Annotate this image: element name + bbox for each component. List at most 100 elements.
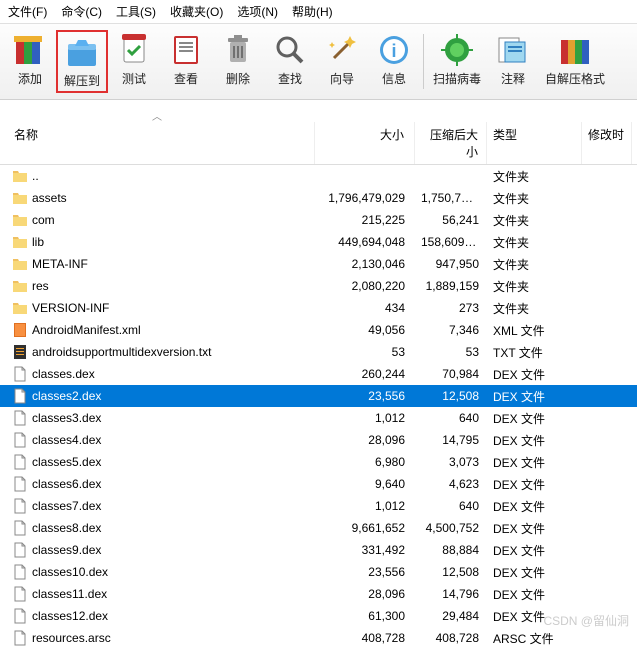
- file-packed: 53: [415, 345, 487, 359]
- tool-add[interactable]: 添加: [4, 30, 56, 93]
- file-size: 49,056: [315, 323, 415, 337]
- table-row[interactable]: classes11.dex 28,09614,796DEX 文件: [0, 583, 637, 605]
- file-size: 28,096: [315, 587, 415, 601]
- tool-info[interactable]: i信息: [368, 30, 420, 93]
- tool-label: 注释: [501, 70, 525, 87]
- file-icon: [12, 520, 28, 536]
- table-row[interactable]: AndroidManifest.xml49,0567,346XML 文件: [0, 319, 637, 341]
- file-packed: 12,508: [415, 565, 487, 579]
- col-size[interactable]: 大小: [315, 122, 415, 164]
- file-icon: [12, 608, 28, 624]
- menu-item[interactable]: 工具(S): [116, 3, 156, 20]
- folder-icon: [12, 212, 28, 228]
- file-packed: 14,795: [415, 433, 487, 447]
- table-row[interactable]: META-INF2,130,046947,950文件夹: [0, 253, 637, 275]
- file-size: 9,661,652: [315, 521, 415, 535]
- file-type: DEX 文件: [487, 388, 582, 405]
- file-icon: [12, 564, 28, 580]
- file-name: res: [32, 279, 49, 293]
- file-name: classes12.dex: [32, 609, 108, 623]
- file-name: classes10.dex: [32, 565, 108, 579]
- tool-label: 向导: [330, 70, 354, 87]
- file-type: DEX 文件: [487, 520, 582, 537]
- folder-icon: [12, 234, 28, 250]
- file-name: classes9.dex: [32, 543, 101, 557]
- table-row[interactable]: ..文件夹: [0, 165, 637, 187]
- tool-sfx[interactable]: 自解压格式: [539, 30, 611, 93]
- file-type: DEX 文件: [487, 432, 582, 449]
- table-row[interactable]: classes12.dex61,30029,484DEX 文件: [0, 605, 637, 627]
- file-name: classes5.dex: [32, 455, 101, 469]
- folder-icon: [12, 278, 28, 294]
- file-icon: [12, 388, 28, 404]
- file-type: 文件夹: [487, 190, 582, 207]
- file-size: 408,728: [315, 631, 415, 645]
- tool-view[interactable]: 查看: [160, 30, 212, 93]
- file-packed: 158,609,6...: [415, 235, 487, 249]
- table-row[interactable]: classes5.dex6,9803,073DEX 文件: [0, 451, 637, 473]
- table-row[interactable]: classes8.dex9,661,6524,500,752DEX 文件: [0, 517, 637, 539]
- file-name: ..: [32, 169, 39, 183]
- watermark: CSDN @留仙洞: [543, 612, 629, 629]
- table-row[interactable]: classes3.dex1,012640DEX 文件: [0, 407, 637, 429]
- tool-label: 扫描病毒: [433, 70, 481, 87]
- file-name: VERSION-INF: [32, 301, 109, 315]
- menu-item[interactable]: 命令(C): [61, 3, 102, 20]
- file-name: assets: [32, 191, 67, 205]
- table-row[interactable]: com215,22556,241文件夹: [0, 209, 637, 231]
- tool-find[interactable]: 查找: [264, 30, 316, 93]
- table-row[interactable]: classes2.dex23,55612,508DEX 文件: [0, 385, 637, 407]
- menu-item[interactable]: 收藏夹(O): [170, 3, 223, 20]
- virus-icon: [439, 32, 475, 68]
- file-size: 6,980: [315, 455, 415, 469]
- file-size: 53: [315, 345, 415, 359]
- table-row[interactable]: classes10.dex23,55612,508DEX 文件: [0, 561, 637, 583]
- file-type: DEX 文件: [487, 542, 582, 559]
- table-row[interactable]: androidsupportmultidexversion.txt5353TXT…: [0, 341, 637, 363]
- file-type: 文件夹: [487, 300, 582, 317]
- file-size: 23,556: [315, 389, 415, 403]
- menu-item[interactable]: 选项(N): [237, 3, 278, 20]
- tool-label: 自解压格式: [545, 70, 605, 87]
- folder-icon: [12, 256, 28, 272]
- extract-icon: [64, 34, 100, 70]
- folder-icon: [12, 168, 28, 184]
- menu-item[interactable]: 文件(F): [8, 3, 47, 20]
- tool-virus[interactable]: 扫描病毒: [427, 30, 487, 93]
- tool-wizard[interactable]: 向导: [316, 30, 368, 93]
- file-name: classes6.dex: [32, 477, 101, 491]
- table-row[interactable]: assets1,796,479,0291,750,738,...文件夹: [0, 187, 637, 209]
- file-name: androidsupportmultidexversion.txt: [32, 345, 211, 359]
- wizard-icon: [324, 32, 360, 68]
- tool-label: 解压到: [64, 72, 100, 89]
- view-icon: [168, 32, 204, 68]
- table-row[interactable]: resources.arsc408,728408,728ARSC 文件: [0, 627, 637, 649]
- col-name[interactable]: ︿ 名称: [0, 122, 315, 164]
- file-icon: [12, 432, 28, 448]
- table-row[interactable]: classes4.dex28,09614,795DEX 文件: [0, 429, 637, 451]
- file-size: 2,130,046: [315, 257, 415, 271]
- col-packed[interactable]: 压缩后大小: [415, 122, 487, 164]
- file-icon: [12, 630, 28, 646]
- col-modified[interactable]: 修改时: [582, 122, 632, 164]
- file-type: DEX 文件: [487, 586, 582, 603]
- tool-delete[interactable]: 删除: [212, 30, 264, 93]
- file-packed: 947,950: [415, 257, 487, 271]
- folder-icon: [12, 190, 28, 206]
- table-row[interactable]: lib449,694,048158,609,6...文件夹: [0, 231, 637, 253]
- table-row[interactable]: res2,080,2201,889,159文件夹: [0, 275, 637, 297]
- tool-comment[interactable]: 注释: [487, 30, 539, 93]
- column-headers: ︿ 名称 大小 压缩后大小 类型 修改时: [0, 100, 637, 165]
- table-row[interactable]: classes9.dex331,49288,884DEX 文件: [0, 539, 637, 561]
- tool-extract[interactable]: 解压到: [56, 30, 108, 93]
- tool-test[interactable]: 测试: [108, 30, 160, 93]
- file-packed: 14,796: [415, 587, 487, 601]
- table-row[interactable]: classes7.dex1,012640DEX 文件: [0, 495, 637, 517]
- table-row[interactable]: classes6.dex9,6404,623DEX 文件: [0, 473, 637, 495]
- file-size: 215,225: [315, 213, 415, 227]
- table-row[interactable]: classes.dex260,24470,984DEX 文件: [0, 363, 637, 385]
- menu-item[interactable]: 帮助(H): [292, 3, 333, 20]
- table-row[interactable]: VERSION-INF434273文件夹: [0, 297, 637, 319]
- file-name: classes11.dex: [32, 587, 107, 601]
- col-type[interactable]: 类型: [487, 122, 582, 164]
